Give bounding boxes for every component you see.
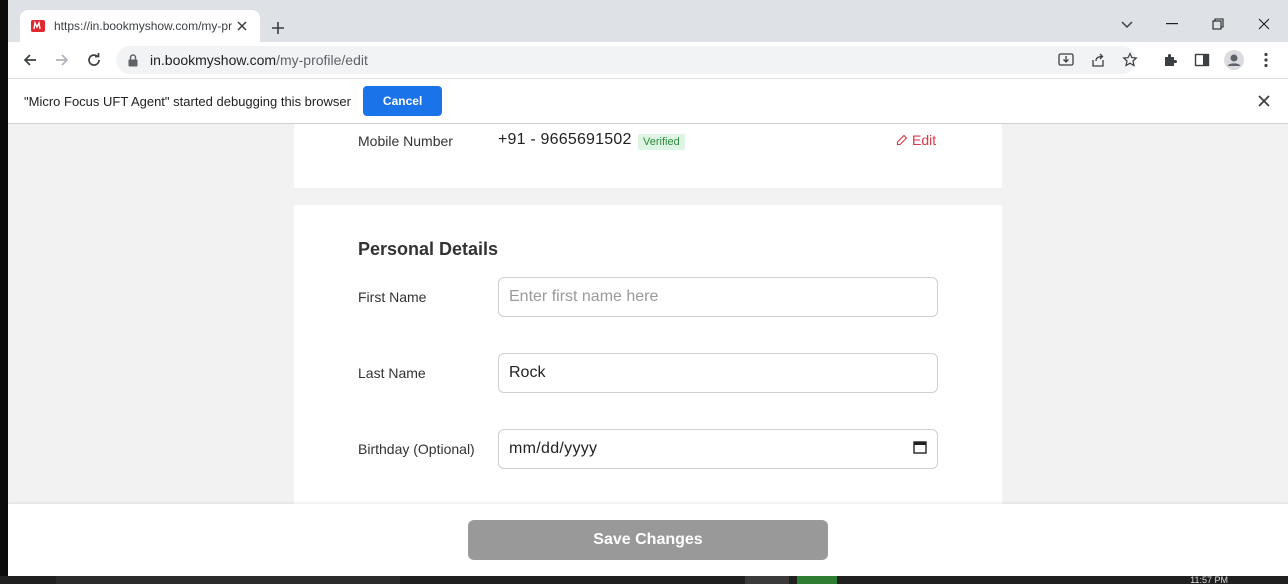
tab-strip: https://in.bookmyshow.com/my-profile/edi… xyxy=(8,8,1288,42)
taskbar-search[interactable] xyxy=(56,576,400,584)
minimize-icon[interactable] xyxy=(1152,12,1192,36)
new-tab-icon[interactable] xyxy=(266,16,290,40)
taskbar-app-active[interactable] xyxy=(797,576,837,584)
close-tab-icon[interactable] xyxy=(234,18,250,34)
lock-icon[interactable] xyxy=(128,53,140,67)
save-changes-button[interactable]: Save Changes xyxy=(468,520,828,560)
reload-icon[interactable] xyxy=(80,46,108,74)
close-window-icon[interactable] xyxy=(1244,12,1284,36)
edit-mobile-link[interactable]: Edit xyxy=(896,132,936,148)
cancel-debugging-button[interactable]: Cancel xyxy=(362,86,443,116)
birthday-date-input[interactable]: mm/dd/yyyy xyxy=(498,429,938,469)
forward-arrow-icon[interactable] xyxy=(48,46,76,74)
tab-title: https://in.bookmyshow.com/my-profile/edi… xyxy=(54,19,232,33)
taskbar: 11:57 PM xyxy=(0,576,1288,584)
page-content: Mobile Number +91 - 9665691502 Verified … xyxy=(8,124,1288,504)
url-text: in.bookmyshow.com/my-profile/edit xyxy=(150,52,368,68)
mobile-number-label: Mobile Number xyxy=(358,133,453,149)
first-name-input[interactable] xyxy=(498,277,938,317)
taskbar-app[interactable] xyxy=(745,576,789,584)
url-host: in.bookmyshow.com xyxy=(150,52,277,68)
mobile-number-value: +91 - 9665691502 xyxy=(498,131,632,148)
install-app-icon[interactable] xyxy=(1052,46,1080,74)
browser-tab[interactable]: https://in.bookmyshow.com/my-profile/edi… xyxy=(20,10,260,42)
personal-details-title: Personal Details xyxy=(358,239,499,259)
infobar-message: "Micro Focus UFT Agent" started debuggin… xyxy=(24,93,351,109)
last-name-label: Last Name xyxy=(358,365,426,381)
address-bar[interactable]: in.bookmyshow.com/my-profile/edit xyxy=(116,46,1138,74)
first-name-label: First Name xyxy=(358,289,427,305)
restore-icon[interactable] xyxy=(1198,12,1238,36)
side-panel-icon[interactable] xyxy=(1188,46,1216,74)
birthday-label: Birthday (Optional) xyxy=(358,441,475,457)
close-infobar-icon[interactable] xyxy=(1256,93,1272,109)
calendar-icon[interactable] xyxy=(913,440,927,459)
back-arrow-icon[interactable] xyxy=(16,46,44,74)
menu-kebab-icon[interactable] xyxy=(1252,46,1280,74)
screen: https://in.bookmyshow.com/my-profile/edi… xyxy=(0,0,1288,576)
contact-card: Mobile Number +91 - 9665691502 Verified … xyxy=(294,124,1002,188)
chevron-down-icon[interactable] xyxy=(1116,14,1138,36)
taskbar-clock: 11:57 PM xyxy=(1190,576,1228,584)
debug-infobar: "Micro Focus UFT Agent" started debuggin… xyxy=(8,78,1288,124)
verified-badge: Verified xyxy=(638,134,685,150)
personal-details-card: Personal Details First Name Last Name Bi… xyxy=(294,205,1002,504)
bookmyshow-logo-icon xyxy=(30,18,46,34)
edit-label: Edit xyxy=(912,132,937,148)
last-name-input[interactable] xyxy=(498,353,938,393)
browser-toolbar: in.bookmyshow.com/my-profile/edit xyxy=(8,42,1288,78)
extensions-puzzle-icon[interactable] xyxy=(1156,46,1184,74)
save-footer: Save Changes xyxy=(8,504,1288,576)
share-icon[interactable] xyxy=(1084,46,1112,74)
profile-avatar-icon[interactable] xyxy=(1220,46,1248,74)
pencil-icon xyxy=(896,134,908,146)
birthday-value: mm/dd/yyyy xyxy=(509,440,598,457)
bookmark-star-icon[interactable] xyxy=(1116,46,1144,74)
window-left-edge xyxy=(0,0,8,576)
url-path: /my-profile/edit xyxy=(276,52,368,68)
